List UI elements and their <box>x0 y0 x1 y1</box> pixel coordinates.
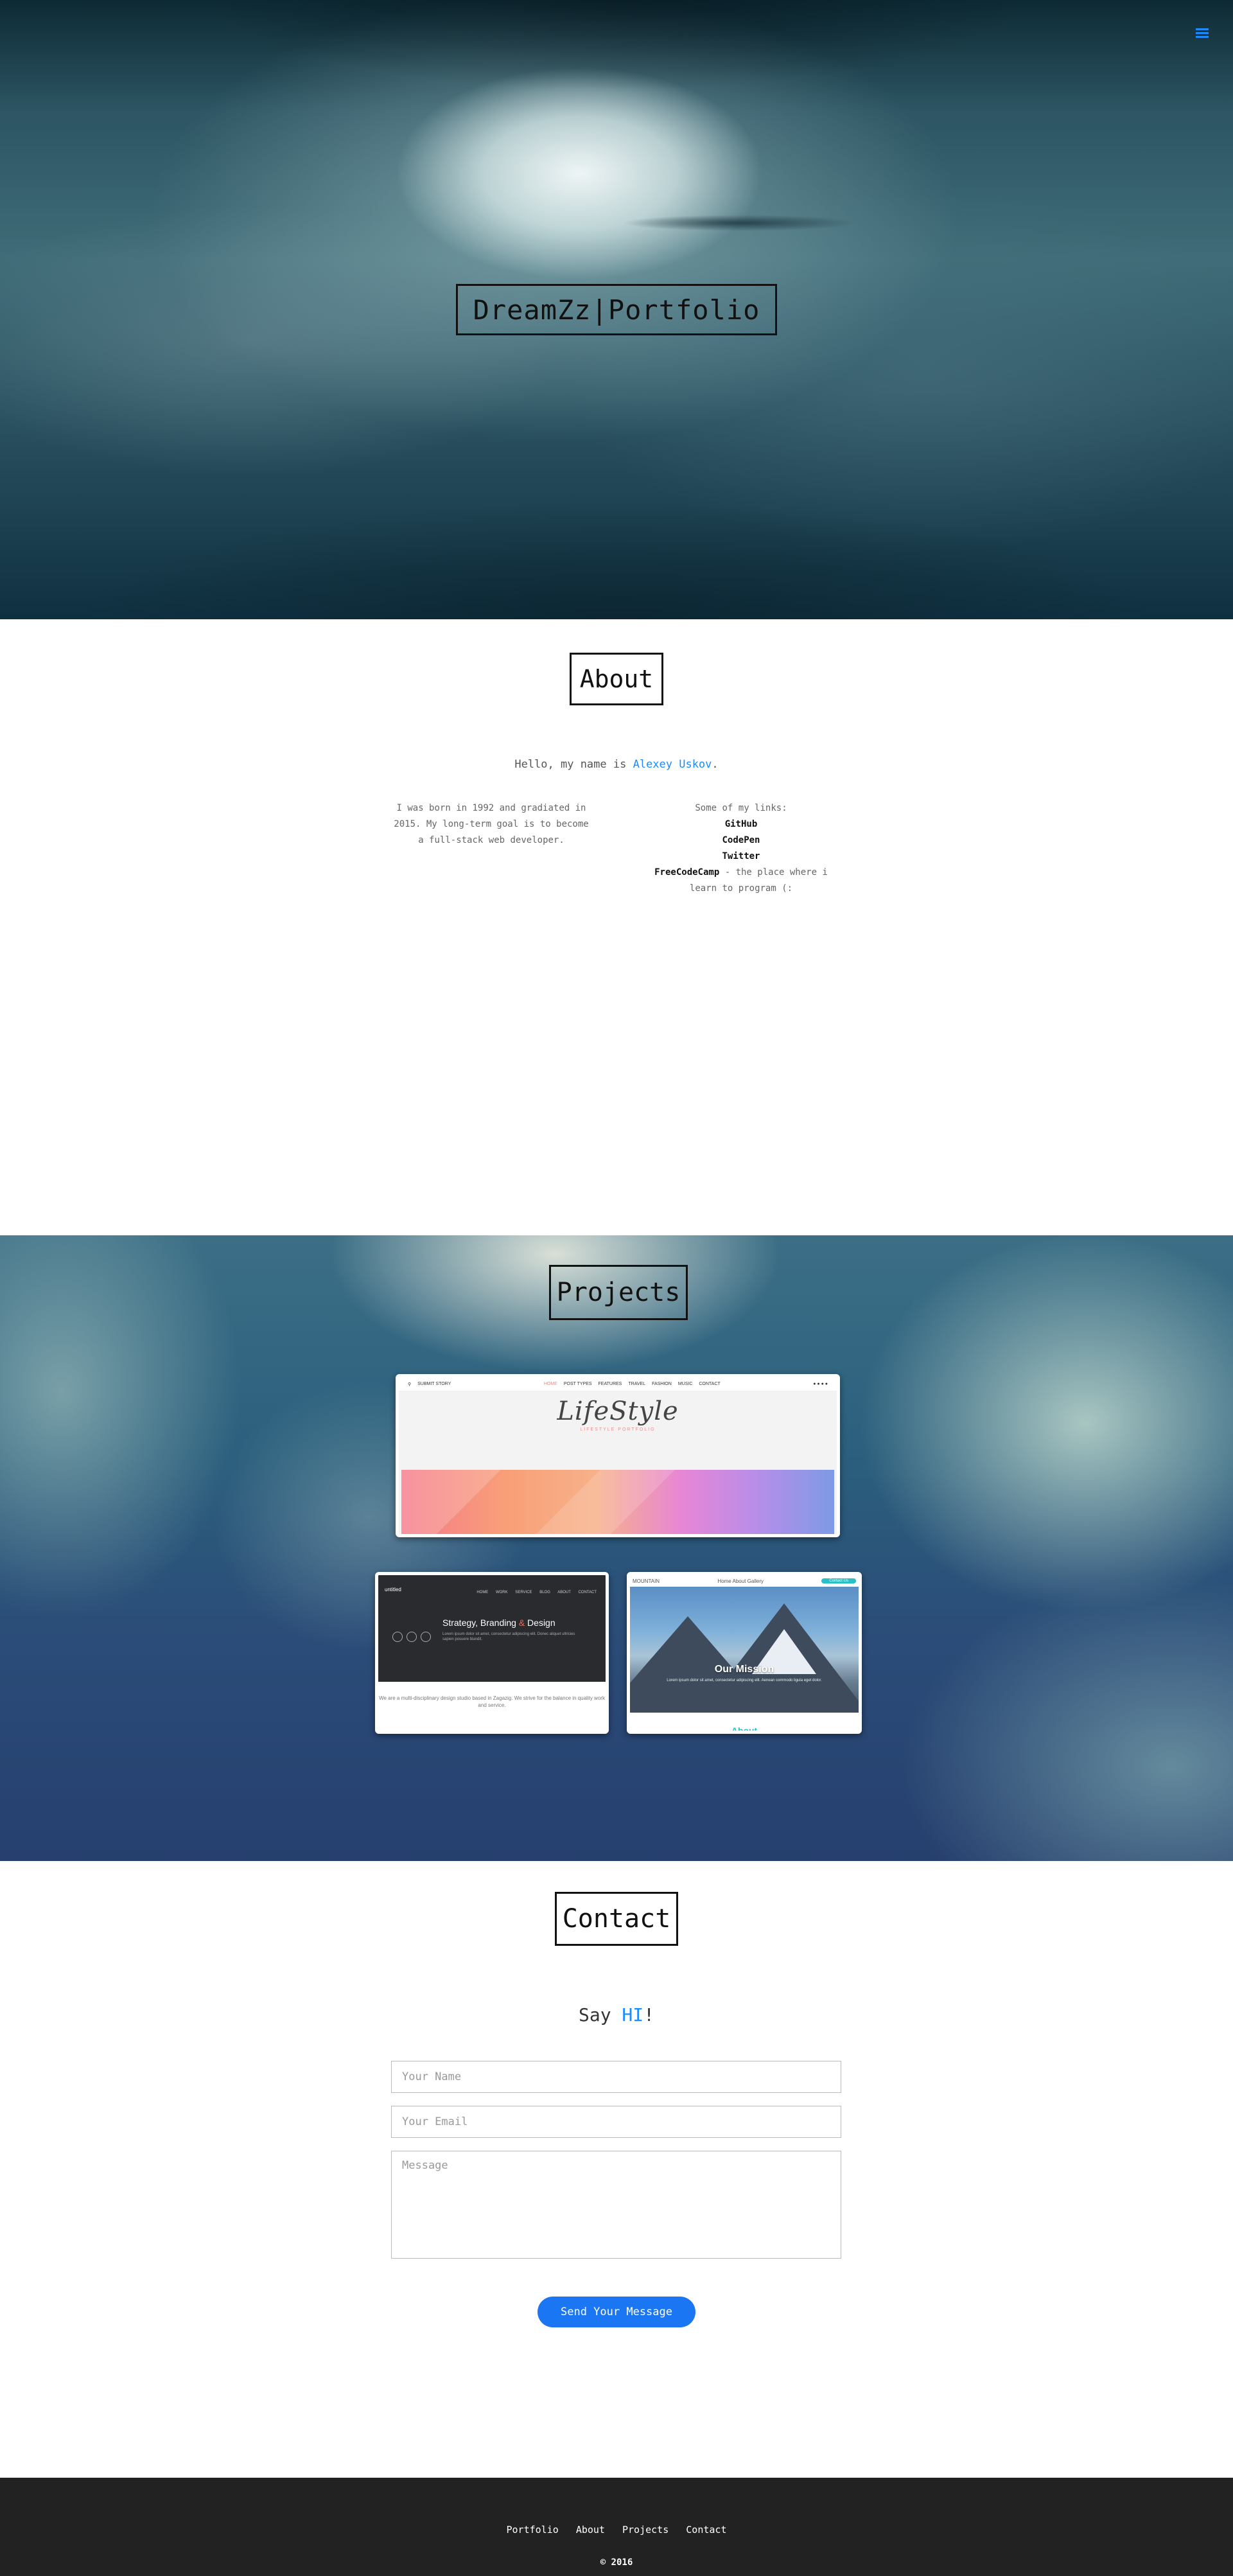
links-heading: Some of my links: <box>695 803 787 813</box>
site-title: DreamZz|Portfolio <box>456 284 777 335</box>
circle-icon <box>392 1632 403 1642</box>
project-card-untitled[interactable]: untitled HOME WORK SERVICE BLOG ABOUT CO… <box>375 1572 609 1734</box>
projects-heading: Projects <box>549 1265 688 1320</box>
footer-link-contact[interactable]: Contact <box>686 2524 726 2536</box>
mountain-contact-button: Contact Us <box>821 1578 856 1584</box>
footer-link-about[interactable]: About <box>576 2524 605 2536</box>
lifestyle-nav-item: HOME <box>543 1382 557 1386</box>
project-card-lifestyle[interactable]: ⚲ SUBMIT STORY HOME POST TYPES FEATURES … <box>396 1374 840 1537</box>
untitled-text: Lorem ipsum dolor sit amet, consectetur … <box>442 1632 575 1641</box>
bio-text: I was born in 1992 and gradiated in 2015… <box>394 803 589 845</box>
lifestyle-nav-item: MUSIC <box>678 1382 693 1386</box>
lifestyle-tagline: LIFESTYLE PORTFOLIO <box>580 1427 656 1432</box>
contact-heading: Contact <box>555 1892 678 1946</box>
hero-section: DreamZz|Portfolio <box>0 0 1233 619</box>
author-name: Alexey Uskov <box>633 758 712 771</box>
mountain-text: Lorem ipsum dolor sit amet, consectetur … <box>667 1679 822 1682</box>
name-input[interactable] <box>391 2061 841 2093</box>
footer: Portfolio About Projects Contact © 2016 <box>0 2478 1233 2576</box>
send-message-button[interactable]: Send Your Message <box>538 2297 695 2327</box>
lifestyle-nav-item: FASHION <box>652 1382 672 1386</box>
lifestyle-nav-item: FEATURES <box>598 1382 622 1386</box>
copyright: © 2016 <box>600 2557 633 2568</box>
mountain-nav: MOUNTAIN Home About Gallery Contact Us <box>630 1575 859 1587</box>
untitled-menu: HOME WORK SERVICE BLOG ABOUT CONTACT <box>477 1591 597 1594</box>
lifestyle-nav-item: TRAVEL <box>628 1382 646 1386</box>
mountain-menu: Home About Gallery <box>717 1578 764 1584</box>
untitled-hero: untitled HOME WORK SERVICE BLOG ABOUT CO… <box>378 1575 606 1682</box>
footer-link-portfolio[interactable]: Portfolio <box>507 2524 559 2536</box>
contact-section: Contact Say HI! Send Your Message <box>0 1861 1233 2478</box>
links-block: Some of my links: GitHub CodePen Twitter… <box>641 800 841 897</box>
intro-prefix: Hello, my name is <box>514 758 633 771</box>
mountain-image: Our Mission Lorem ipsum dolor sit amet, … <box>630 1587 859 1713</box>
lifestyle-logo: LifeStyle <box>557 1397 679 1426</box>
fcc-line: FreeCodeCamp - the place where i learn t… <box>641 865 841 897</box>
lifestyle-nav-item: CONTACT <box>699 1382 721 1386</box>
link-codepen[interactable]: CodePen <box>641 833 841 849</box>
link-twitter[interactable]: Twitter <box>641 849 841 865</box>
say-hi: Say HI! <box>578 2004 654 2025</box>
untitled-footer: We are a multi-disciplinary design studi… <box>379 1695 605 1708</box>
untitled-heading: Strategy, Branding & Design <box>442 1618 555 1628</box>
intro-suffix: . <box>712 758 719 771</box>
footer-nav: Portfolio About Projects Contact <box>0 2524 1233 2536</box>
lifestyle-nav: ⚲ SUBMIT STORY HOME POST TYPES FEATURES … <box>399 1377 837 1391</box>
mountain-brand: MOUNTAIN <box>633 1578 660 1584</box>
footer-link-projects[interactable]: Projects <box>622 2524 669 2536</box>
social-icons: ● ● ● ● <box>813 1382 828 1386</box>
link-freecodecamp[interactable]: FreeCodeCamp <box>654 867 719 878</box>
intro-line: Hello, my name is Alexey Uskov. <box>0 758 1233 771</box>
untitled-brand: untitled <box>385 1587 401 1592</box>
about-heading: About <box>570 653 663 705</box>
link-github[interactable]: GitHub <box>641 816 841 833</box>
circle-icon <box>407 1632 417 1642</box>
search-icon: ⚲ <box>408 1382 412 1387</box>
hamburger-icon[interactable] <box>1196 28 1209 39</box>
projects-section: Projects ⚲ SUBMIT STORY HOME POST TYPES … <box>0 1235 1233 1861</box>
project-card-mountain[interactable]: MOUNTAIN Home About Gallery Contact Us O… <box>627 1572 862 1734</box>
mountain-about: About <box>630 1725 859 1731</box>
lifestyle-nav-item: POST TYPES <box>563 1382 592 1386</box>
lifestyle-nav-item: SUBMIT STORY <box>417 1382 451 1386</box>
circle-icon <box>421 1632 431 1642</box>
email-input[interactable] <box>391 2106 841 2138</box>
mountain-mission: Our Mission <box>714 1664 774 1675</box>
message-textarea[interactable] <box>391 2151 841 2259</box>
lifestyle-banner <box>401 1470 834 1534</box>
about-section: About Hello, my name is Alexey Uskov. I … <box>0 619 1233 1235</box>
